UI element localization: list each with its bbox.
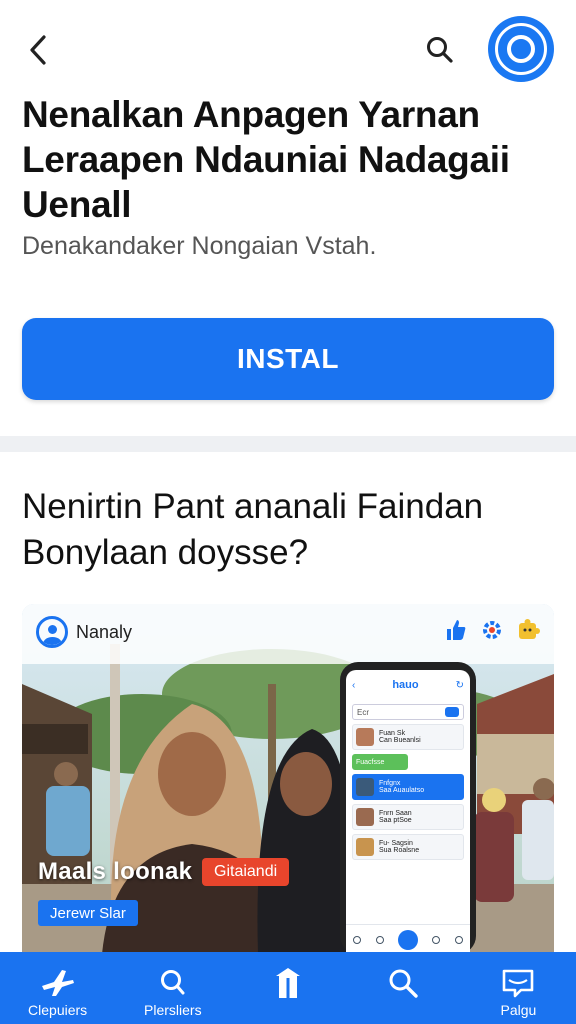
phone-search: Ecr — [352, 704, 464, 720]
profile-button[interactable] — [488, 16, 554, 82]
media-card[interactable]: Nanaly ‹ hauo ↻ Ecr Fuan Sk Can Bueanlsi… — [22, 604, 554, 954]
nav-label: Palgu — [500, 1002, 537, 1018]
search-button[interactable] — [420, 30, 460, 70]
phone-chip: Fuacfsse — [352, 754, 408, 770]
phone-header: ‹ hauo ↻ — [346, 670, 470, 700]
card-username[interactable]: Nanaly — [76, 622, 132, 643]
phone-screen: ‹ hauo ↻ Ecr Fuan Sk Can Bueanlsi Fuacfss… — [346, 670, 470, 954]
thumbs-up-icon[interactable] — [442, 616, 470, 644]
phone-list-item: Fnfgnx Saa Auaulatso — [352, 774, 464, 800]
chevron-left-icon — [30, 35, 46, 65]
settings-icon[interactable] — [478, 616, 506, 644]
chat-icon — [501, 966, 535, 1000]
card-actions — [442, 616, 542, 644]
phone-mockup: ‹ hauo ↻ Ecr Fuan Sk Can Bueanlsi Fuacfss… — [340, 662, 476, 954]
upload-box-icon — [273, 966, 303, 1000]
refresh-icon: ↻ — [455, 679, 464, 691]
bottom-nav: Clepuiers Plersliers Palgu — [0, 952, 576, 1024]
install-button[interactable]: INSTAL — [22, 318, 554, 400]
phone-list-item: Fu- Sagsin Sua Roalsne — [352, 834, 464, 860]
caption-subtitle[interactable]: Jerewr Slar — [38, 900, 138, 926]
section-title: Nenirtin Pant ananali Faindan Bonylaan d… — [22, 487, 484, 572]
target-icon — [495, 23, 547, 75]
top-bar — [0, 0, 576, 100]
nav-label: Clepuiers — [28, 1002, 88, 1018]
nav-item-upload[interactable] — [230, 952, 345, 1024]
nav-item-search[interactable] — [346, 952, 461, 1024]
app-title: Nenalkan Anpagen Yarnan Leraapen Ndaunia… — [22, 94, 510, 225]
plane-icon — [40, 966, 76, 1000]
section-divider — [0, 436, 576, 452]
back-button[interactable] — [20, 30, 56, 70]
magnifier-icon — [387, 966, 419, 1000]
search-icon — [158, 966, 188, 1000]
nav-label: Plersliers — [144, 1002, 202, 1018]
phone-tabbar — [346, 924, 470, 954]
chevron-left-icon: ‹ — [352, 679, 356, 691]
puzzle-icon[interactable] — [514, 616, 542, 644]
phone-list-item: Fnrn Saan Saa ptSoe — [352, 804, 464, 830]
nav-item-palgu[interactable]: Palgu — [461, 952, 576, 1024]
nav-item-plersliers[interactable]: Plersliers — [115, 952, 230, 1024]
search-icon — [427, 37, 453, 63]
caption-tag[interactable]: Gitaiandi — [202, 858, 290, 886]
avatar[interactable] — [36, 616, 68, 648]
app-subtitle: Denakandaker Nongaian Vstah. — [22, 232, 377, 260]
caption-title: Maals loonak — [38, 858, 193, 885]
nav-item-clepuiers[interactable]: Clepuiers — [0, 952, 115, 1024]
card-header: Nanaly — [22, 604, 554, 664]
phone-list-item: Fuan Sk Can Bueanlsi — [352, 724, 464, 750]
phone-title: hauo — [392, 679, 419, 691]
